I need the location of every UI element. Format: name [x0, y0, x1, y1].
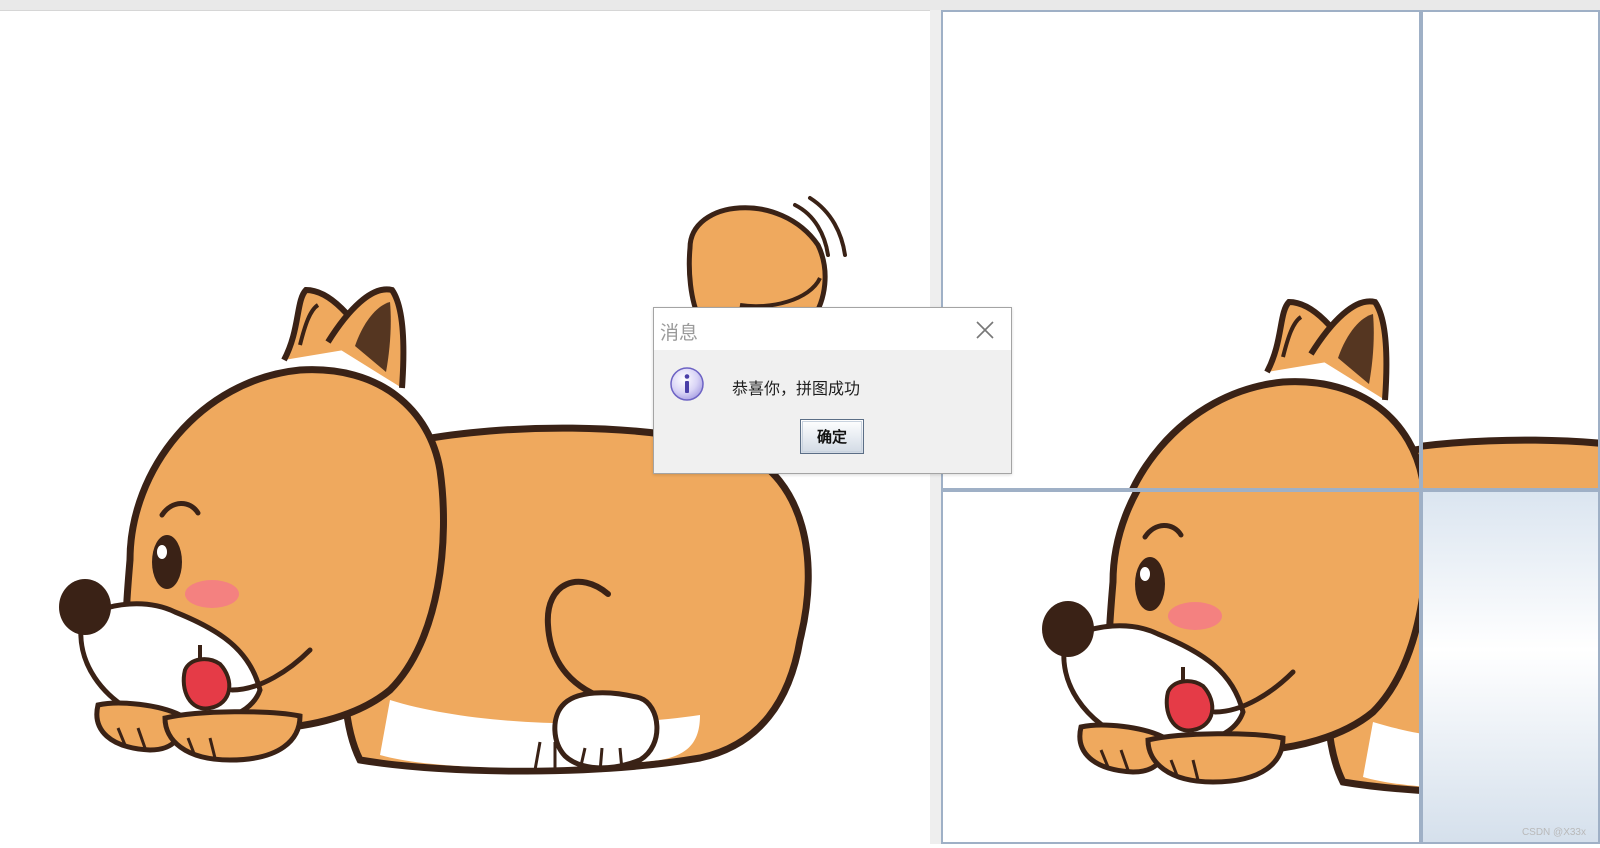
puzzle-blank-tile[interactable] — [1421, 490, 1600, 844]
ok-button[interactable]: 确定 — [800, 419, 864, 454]
info-icon — [669, 366, 705, 402]
puzzle-board — [941, 10, 1600, 844]
puzzle-tile-3[interactable] — [941, 490, 1421, 844]
message-dialog: 消息 恭喜你，拼图成功 确定 — [653, 307, 1012, 474]
dialog-titlebar: 消息 — [654, 308, 1011, 350]
puzzle-tile-1[interactable] — [941, 10, 1421, 490]
watermark: CSDN @X33x — [1521, 827, 1586, 838]
puzzle-tile-2[interactable] — [1421, 10, 1600, 490]
close-icon[interactable] — [975, 320, 995, 340]
dialog-title: 消息 — [660, 322, 699, 344]
dialog-message: 恭喜你，拼图成功 — [732, 379, 861, 398]
